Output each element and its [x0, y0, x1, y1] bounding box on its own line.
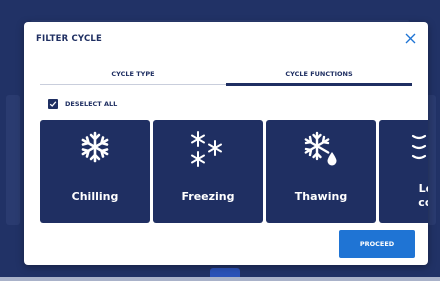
card-freezing[interactable]: Freezing — [153, 120, 263, 223]
filter-cycle-dialog: FILTER CYCLE CYCLE TYPE CYCLE FUNCTIONS … — [24, 22, 428, 265]
card-label: Freezing — [181, 190, 235, 203]
close-button[interactable] — [402, 30, 418, 46]
tab-divider — [40, 84, 226, 85]
proceed-button[interactable]: PROCEED — [339, 230, 415, 258]
checkmark-icon — [49, 101, 57, 107]
background-panel-left — [6, 95, 20, 225]
deselect-all-checkbox[interactable]: DESELECT ALL — [48, 98, 117, 110]
snowflake-drop-icon — [304, 131, 337, 166]
waves-icon — [411, 134, 427, 160]
dialog-title: FILTER CYCLE — [36, 34, 103, 44]
background-footer-bar — [0, 277, 440, 281]
card-chilling[interactable]: Chilling — [40, 120, 150, 223]
cycle-function-cards: Chilling Freezing Thawing L c — [40, 120, 428, 224]
card-label: Chilling — [71, 190, 119, 203]
three-snowflakes-icon — [191, 131, 222, 167]
card-label: Thawing — [294, 190, 348, 203]
snowflake-icon — [81, 131, 109, 163]
card-label: Low cool — [418, 182, 428, 209]
tab-cycle-type[interactable]: CYCLE TYPE — [40, 66, 226, 82]
close-icon — [405, 33, 415, 43]
deselect-all-label: DESELECT ALL — [65, 100, 118, 108]
tab-bar: CYCLE TYPE CYCLE FUNCTIONS — [40, 66, 412, 86]
checkbox-checked[interactable] — [48, 99, 58, 109]
card-thawing[interactable]: Thawing — [266, 120, 376, 223]
tab-cycle-functions[interactable]: CYCLE FUNCTIONS — [226, 66, 412, 82]
card-low-cool[interactable]: Low cool — [379, 120, 428, 223]
active-tab-indicator — [226, 83, 412, 86]
